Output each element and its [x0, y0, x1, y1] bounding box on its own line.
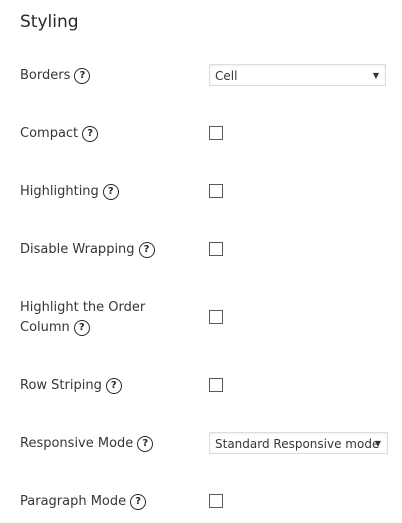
- responsive-mode-select[interactable]: Standard Responsive mode ▼: [209, 432, 388, 454]
- responsive-mode-label-text: Responsive Mode: [20, 436, 134, 451]
- row-striping-checkbox[interactable]: [209, 378, 223, 392]
- row-striping-label-text: Row Striping: [20, 378, 102, 393]
- highlighting-row: Highlighting?: [20, 182, 390, 206]
- disable-wrapping-row: Disable Wrapping?: [20, 240, 390, 264]
- highlight-order-column-label-line2: Column: [20, 320, 70, 335]
- row-striping-row: Row Striping?: [20, 376, 390, 400]
- borders-select[interactable]: Cell ▼: [209, 64, 386, 86]
- compact-label: Compact?: [20, 124, 99, 145]
- disable-wrapping-label-text: Disable Wrapping: [20, 242, 135, 257]
- borders-label: Borders?: [20, 66, 91, 87]
- paragraph-mode-row: Paragraph Mode?: [20, 492, 390, 516]
- compact-row: Compact?: [20, 124, 390, 148]
- help-question-icon[interactable]: ?: [137, 436, 154, 452]
- help-question-icon[interactable]: ?: [74, 68, 91, 84]
- section-title: Styling: [20, 12, 79, 32]
- paragraph-mode-label-text: Paragraph Mode: [20, 494, 127, 509]
- highlighting-label-text: Highlighting: [20, 184, 99, 199]
- disable-wrapping-checkbox[interactable]: [209, 242, 223, 256]
- help-question-icon[interactable]: ?: [130, 494, 147, 510]
- row-striping-label: Row Striping?: [20, 376, 122, 397]
- compact-checkbox[interactable]: [209, 126, 223, 140]
- paragraph-mode-checkbox[interactable]: [209, 494, 223, 508]
- highlight-order-column-checkbox[interactable]: [209, 310, 223, 324]
- highlight-order-column-label-line1: Highlight the Order: [20, 300, 146, 315]
- highlighting-label: Highlighting?: [20, 182, 119, 203]
- responsive-mode-select-value: Standard Responsive mode: [215, 437, 380, 451]
- help-question-icon[interactable]: ?: [73, 320, 90, 336]
- responsive-mode-label: Responsive Mode?: [20, 434, 154, 455]
- highlight-order-column-row: Highlight the Order Column?: [20, 298, 390, 342]
- compact-label-text: Compact: [20, 126, 79, 141]
- help-question-icon[interactable]: ?: [138, 242, 155, 258]
- caret-down-icon: ▼: [374, 439, 381, 448]
- highlight-order-column-label: Highlight the Order Column?: [20, 298, 170, 339]
- borders-select-value: Cell: [215, 69, 238, 83]
- help-question-icon[interactable]: ?: [105, 378, 122, 394]
- responsive-mode-row: Responsive Mode? Standard Responsive mod…: [20, 432, 390, 456]
- help-question-icon[interactable]: ?: [102, 184, 119, 200]
- help-question-icon[interactable]: ?: [82, 126, 99, 142]
- highlighting-checkbox[interactable]: [209, 184, 223, 198]
- caret-down-icon: ▼: [372, 71, 379, 80]
- borders-row: Borders? Cell ▼: [20, 64, 390, 88]
- styling-settings-panel: Styling Borders? Cell ▼ Compact? Highlig…: [0, 0, 402, 523]
- disable-wrapping-label: Disable Wrapping?: [20, 240, 155, 261]
- paragraph-mode-label: Paragraph Mode?: [20, 492, 147, 513]
- borders-label-text: Borders: [20, 68, 71, 83]
